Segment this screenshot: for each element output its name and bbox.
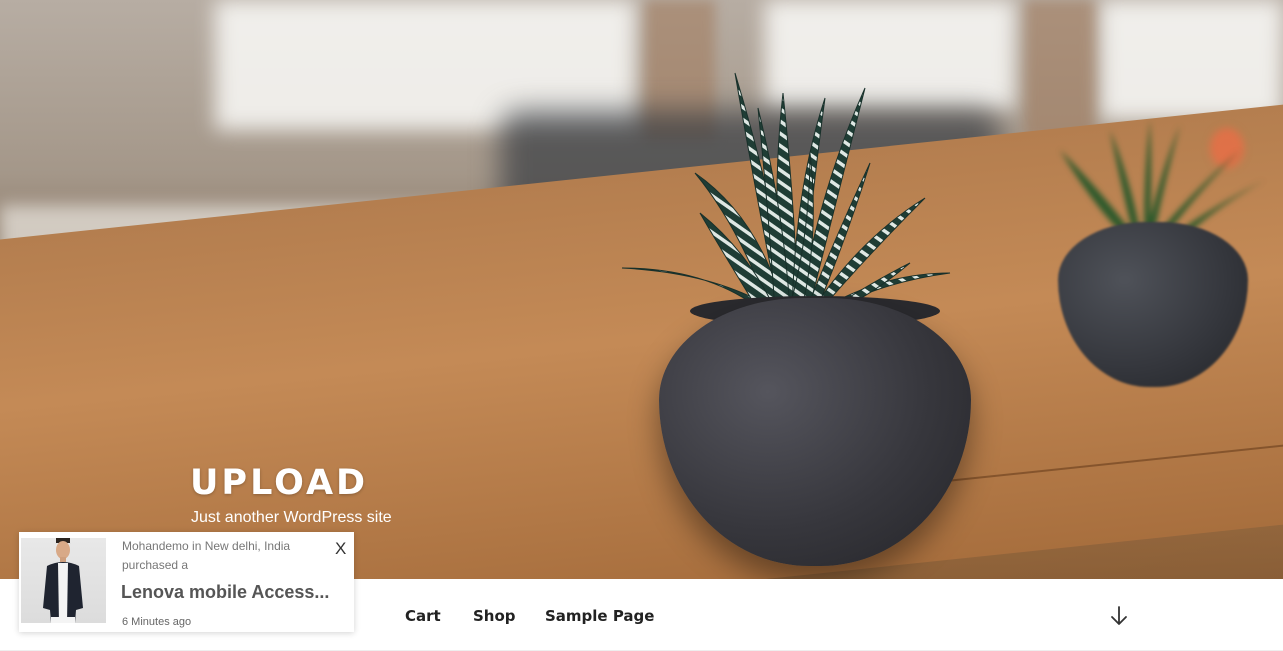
nav-item-shop[interactable]: Shop [473, 607, 516, 625]
nav-item-cart[interactable]: Cart [405, 607, 441, 625]
site-title[interactable]: UPLOAD [190, 463, 368, 503]
succulent-plant-icon [621, 72, 951, 318]
close-button[interactable]: X [335, 539, 346, 559]
nav-item-sample-page[interactable]: Sample Page [545, 607, 654, 625]
hero-header: UPLOAD Just another WordPress site [0, 0, 1283, 579]
bg-pillar [1025, 0, 1095, 140]
popup-product-link[interactable]: Lenova mobile Access... [121, 582, 329, 603]
popup-buyer-text: Mohandemo in New delhi, India purchased … [122, 539, 291, 572]
arrow-down-icon[interactable] [1109, 604, 1129, 628]
person-icon [43, 538, 83, 623]
site-description: Just another WordPress site [191, 509, 392, 526]
sales-notification-popup[interactable]: Mohandemo in New delhi, India purchased … [19, 532, 354, 632]
bg-window [1100, 0, 1283, 120]
popup-timestamp: 6 Minutes ago [122, 616, 192, 628]
product-thumbnail[interactable] [21, 538, 106, 623]
